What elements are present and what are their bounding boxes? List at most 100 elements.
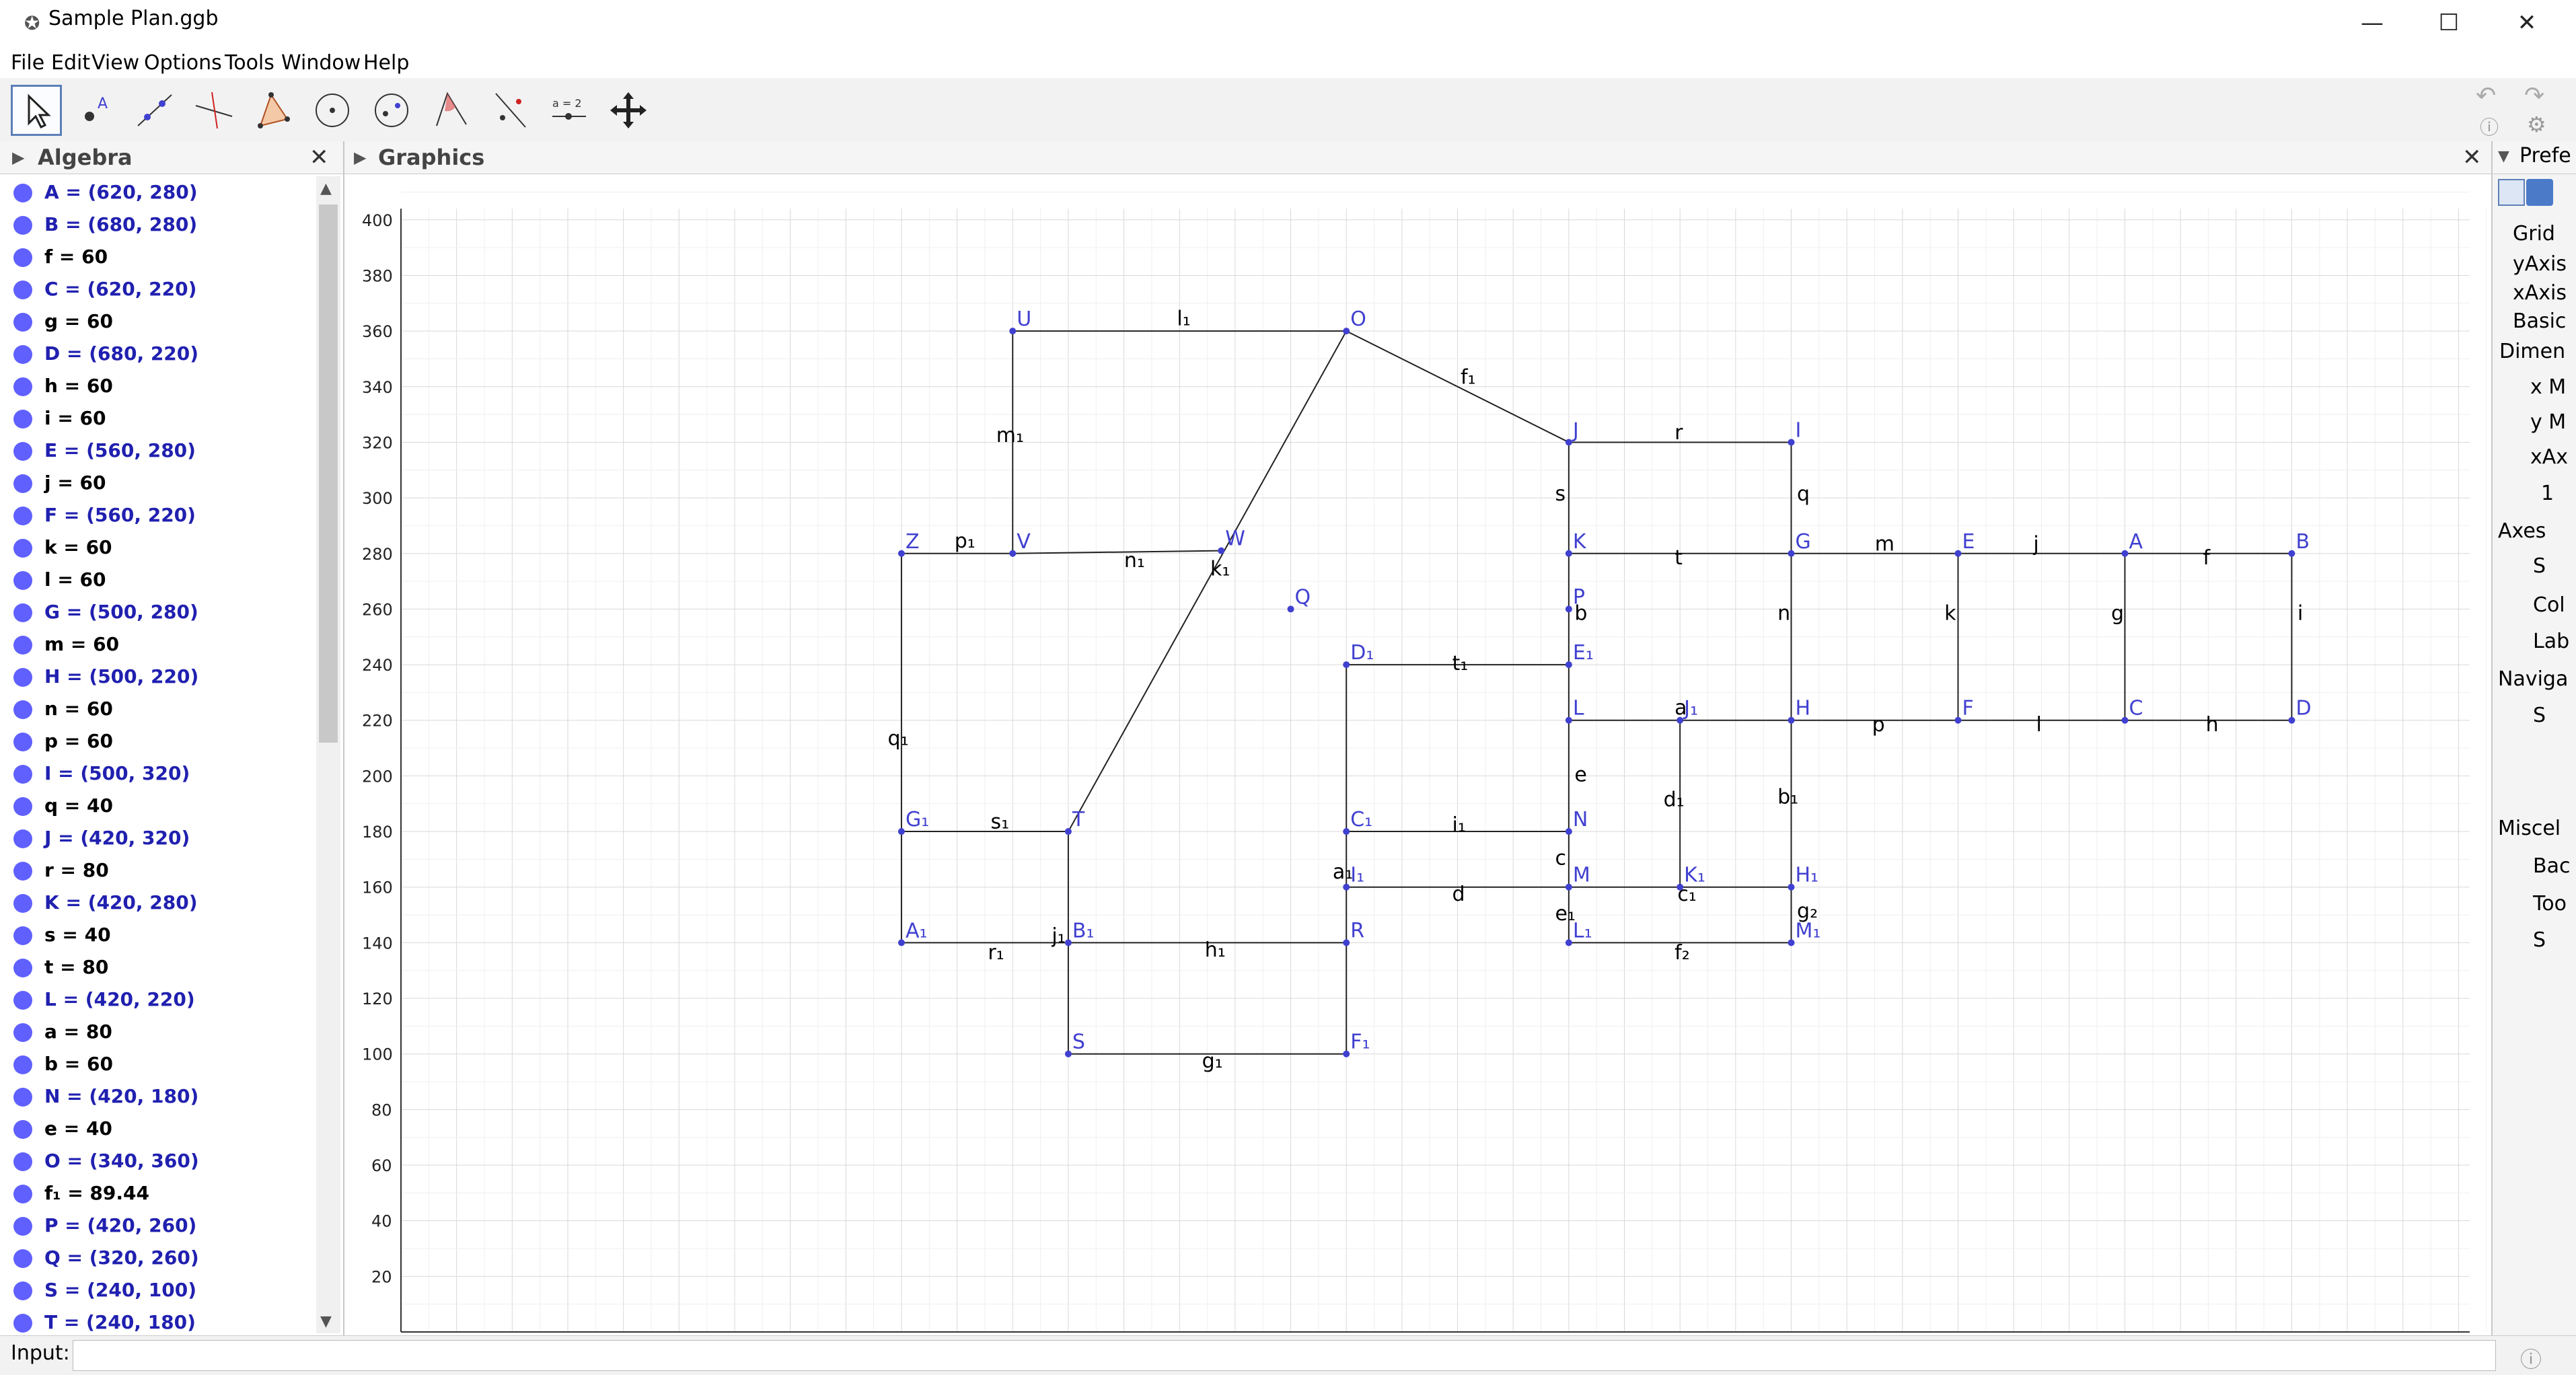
pref-item[interactable]: Too [2533, 892, 2567, 916]
visibility-toggle-icon[interactable] [13, 248, 32, 267]
gear-icon[interactable]: ⚙ [2527, 112, 2546, 137]
point-K₁[interactable] [1677, 883, 1684, 891]
point-H[interactable] [1788, 716, 1795, 724]
pref-item[interactable]: xAxis [2513, 281, 2567, 305]
point-J[interactable] [1565, 439, 1572, 446]
pref-item[interactable]: Lab [2533, 630, 2569, 653]
menu-help[interactable]: Help [363, 48, 409, 78]
visibility-toggle-icon[interactable] [13, 571, 32, 590]
algebra-item[interactable]: i = 60 [13, 402, 106, 435]
visibility-toggle-icon[interactable] [13, 926, 32, 945]
point-L₁[interactable] [1565, 939, 1572, 946]
visibility-toggle-icon[interactable] [13, 216, 32, 235]
algebra-item[interactable]: A = (620, 280) [13, 176, 198, 209]
menu-window[interactable]: Window [281, 48, 361, 78]
algebra-item[interactable]: O = (340, 360) [13, 1145, 199, 1177]
polygon-tool[interactable] [248, 85, 299, 136]
maximize-button[interactable]: ☐ [2415, 3, 2482, 43]
visibility-toggle-icon[interactable] [13, 1281, 32, 1300]
algebra-item[interactable]: l = 60 [13, 564, 106, 596]
visibility-toggle-icon[interactable] [13, 733, 32, 751]
visibility-toggle-icon[interactable] [13, 507, 32, 525]
visibility-toggle-icon[interactable] [13, 474, 32, 493]
point-D[interactable] [2288, 716, 2295, 724]
visibility-toggle-icon[interactable] [13, 345, 32, 364]
visibility-toggle-icon[interactable] [13, 765, 32, 784]
point-tool[interactable]: A [70, 85, 121, 136]
algebra-item[interactable]: H = (500, 220) [13, 661, 198, 693]
pref-item[interactable]: x M [2530, 375, 2566, 399]
point-P[interactable] [1565, 605, 1572, 613]
visibility-toggle-icon[interactable] [13, 1314, 32, 1333]
visibility-toggle-icon[interactable] [13, 829, 32, 848]
point-D₁[interactable] [1343, 661, 1350, 669]
point-M[interactable] [1565, 883, 1572, 891]
algebra-item[interactable]: f₁ = 89.44 [13, 1177, 149, 1210]
visibility-toggle-icon[interactable] [13, 668, 32, 687]
point-E₁[interactable] [1565, 661, 1572, 669]
collapse-triangle-icon[interactable]: ▼ [2498, 148, 2509, 165]
point-S[interactable] [1064, 1050, 1072, 1057]
algebra-item[interactable]: e = 40 [13, 1113, 112, 1145]
pref-item[interactable]: xAx [2530, 445, 2568, 469]
algebra-item[interactable]: B = (680, 280) [13, 209, 197, 241]
algebra-item[interactable]: k = 60 [13, 531, 112, 564]
algebra-item[interactable]: g = 60 [13, 305, 113, 338]
point-F₁[interactable] [1343, 1050, 1350, 1057]
pref-item[interactable]: S [2533, 928, 2546, 952]
line-tool[interactable] [129, 85, 180, 136]
pref-item[interactable]: 1 [2541, 482, 2554, 505]
point-Q[interactable] [1287, 605, 1294, 613]
algebra-item[interactable]: a = 80 [13, 1016, 112, 1048]
algebra-item[interactable]: m = 60 [13, 628, 119, 661]
visibility-toggle-icon[interactable] [13, 1055, 32, 1074]
move-graphics-view-tool[interactable] [603, 85, 654, 136]
point-C₁[interactable] [1343, 828, 1350, 835]
algebra-item[interactable]: Q = (320, 260) [13, 1242, 199, 1274]
pref-item[interactable]: S [2533, 554, 2546, 578]
algebra-item[interactable]: b = 60 [13, 1048, 113, 1080]
algebra-item[interactable]: T = (240, 180) [13, 1306, 196, 1339]
pref-item[interactable]: Bac [2533, 854, 2570, 878]
visibility-toggle-icon[interactable] [13, 797, 32, 816]
point-I[interactable] [1788, 439, 1795, 446]
visibility-toggle-icon[interactable] [13, 1185, 32, 1203]
algebra-item[interactable]: G = (500, 280) [13, 596, 198, 628]
visibility-toggle-icon[interactable] [13, 603, 32, 622]
algebra-item[interactable]: K = (420, 280) [13, 887, 198, 919]
algebra-item[interactable]: t = 80 [13, 951, 108, 983]
point-E[interactable] [1954, 550, 1962, 557]
angle-tool[interactable] [425, 85, 476, 136]
algebra-item[interactable]: C = (620, 220) [13, 273, 196, 305]
move-tool[interactable] [11, 85, 62, 136]
algebra-item[interactable]: f = 60 [13, 241, 108, 273]
slider-tool[interactable]: a = 2 [544, 85, 595, 136]
geometry-settings-icon[interactable] [2526, 179, 2553, 206]
point-J₁[interactable] [1677, 716, 1684, 724]
algebra-item[interactable]: r = 80 [13, 854, 109, 887]
menu-tools[interactable]: Tools [225, 48, 274, 78]
pref-item[interactable]: Col [2533, 593, 2565, 617]
algebra-scrollbar[interactable]: ▲ ▼ [316, 176, 340, 1333]
algebra-item[interactable]: F = (560, 220) [13, 499, 196, 531]
visibility-toggle-icon[interactable] [13, 1023, 32, 1042]
segment-n₁[interactable] [1013, 550, 1222, 554]
visibility-toggle-icon[interactable] [13, 1152, 32, 1171]
graphics-canvas[interactable]: 0204060801001201401601802002202402602803… [344, 175, 2491, 1335]
visibility-toggle-icon[interactable] [13, 410, 32, 429]
pref-item[interactable]: Axes [2498, 519, 2546, 543]
point-W[interactable] [1218, 547, 1225, 554]
point-H₁[interactable] [1788, 883, 1795, 891]
ellipse-tool[interactable] [366, 85, 417, 136]
close-algebra-icon[interactable]: ✕ [309, 141, 329, 174]
algebra-item[interactable]: N = (420, 180) [13, 1080, 198, 1113]
point-U[interactable] [1009, 328, 1017, 335]
pref-item[interactable]: yAxis [2513, 252, 2567, 276]
point-T[interactable] [1064, 828, 1072, 835]
visibility-toggle-icon[interactable] [13, 894, 32, 913]
point-C[interactable] [2121, 716, 2129, 724]
pref-item[interactable]: y M [2530, 410, 2566, 434]
algebra-item[interactable]: D = (680, 220) [13, 338, 198, 370]
scroll-down-icon[interactable]: ▼ [320, 1313, 332, 1330]
scroll-up-icon[interactable]: ▲ [320, 180, 332, 197]
